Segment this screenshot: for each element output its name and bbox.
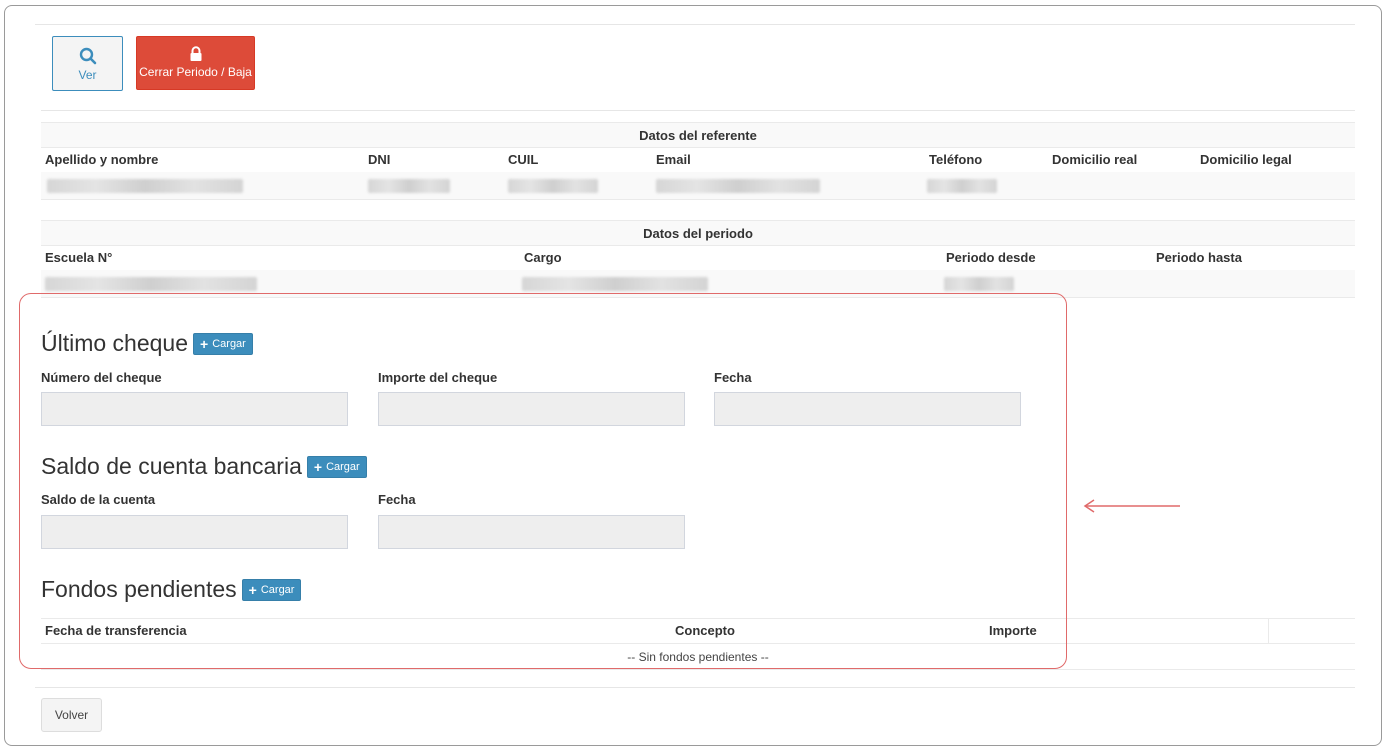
- importe-cheque-field[interactable]: [378, 392, 685, 426]
- saldo-cuenta-field[interactable]: [41, 515, 348, 549]
- saldo-cuenta-title: Saldo de cuenta bancaria: [41, 453, 302, 479]
- periodo-table-header: Escuela N° Cargo Periodo desde Periodo h…: [41, 246, 1355, 270]
- cargar-saldo-label: Cargar: [326, 460, 360, 473]
- fecha-cheque-field[interactable]: [714, 392, 1021, 426]
- ultimo-cheque-section-title: Último cheque + Cargar: [41, 330, 253, 357]
- periodo-table: Datos del periodo Escuela N° Cargo Perio…: [41, 220, 1355, 298]
- footer-divider: [35, 687, 1355, 688]
- close-period-button-label: Cerrar Periodo / Baja: [139, 65, 252, 79]
- col-actions: [1269, 619, 1355, 643]
- table-row: [41, 172, 1355, 200]
- redacted-name: [41, 172, 364, 199]
- col-importe: Importe: [987, 619, 1269, 643]
- referente-table-title: Datos del referente: [41, 122, 1355, 148]
- col-escuela: Escuela N°: [45, 250, 113, 265]
- importe-cheque-label: Importe del cheque: [378, 370, 498, 385]
- periodo-hasta-cell: [1152, 270, 1355, 297]
- redacted-cuil: [504, 172, 652, 199]
- referente-table: Datos del referente Apellido y nombre DN…: [41, 122, 1355, 200]
- fecha-cheque-label: Fecha: [714, 370, 752, 385]
- plus-icon: +: [248, 581, 257, 598]
- fecha-saldo-field[interactable]: [378, 515, 685, 549]
- saldo-cuenta-label: Saldo de la cuenta: [41, 492, 156, 507]
- redacted-cargo: [520, 270, 942, 297]
- col-domicilio-real: Domicilio real: [1052, 152, 1138, 167]
- cargar-saldo-button[interactable]: + Cargar: [306, 455, 367, 478]
- fondos-section-title: Fondos pendientes + Cargar: [41, 576, 302, 603]
- col-apellido-nombre: Apellido y nombre: [45, 152, 159, 167]
- fecha-saldo-label: Fecha: [378, 492, 416, 507]
- col-domicilio-legal: Domicilio legal: [1200, 152, 1292, 167]
- search-icon: [79, 47, 96, 65]
- cargar-fondos-label: Cargar: [260, 583, 295, 596]
- col-cargo: Cargo: [524, 250, 562, 265]
- col-periodo-hasta: Periodo hasta: [1156, 250, 1242, 265]
- arrow-left-icon: [1083, 499, 1180, 513]
- close-period-button[interactable]: Cerrar Periodo / Baja: [136, 36, 255, 90]
- col-concepto: Concepto: [675, 623, 735, 638]
- redacted-telefono: [925, 172, 1048, 199]
- cargar-cheque-button[interactable]: + Cargar: [193, 332, 253, 355]
- table-row: [41, 270, 1355, 298]
- col-email: Email: [656, 152, 691, 167]
- plus-icon: +: [200, 335, 209, 352]
- numero-cheque-label: Número del cheque: [41, 370, 162, 385]
- redacted-periodo-desde: [942, 270, 1152, 297]
- col-dni: DNI: [368, 152, 391, 167]
- col-fecha-transferencia: Fecha de transferencia: [45, 623, 187, 638]
- view-button-label: Ver: [78, 68, 97, 82]
- periodo-table-title: Datos del periodo: [41, 220, 1355, 246]
- domicilio-legal-cell: [1196, 172, 1355, 199]
- redacted-escuela: [41, 270, 520, 297]
- referente-table-header: Apellido y nombre DNI CUIL Email Teléfon…: [41, 148, 1355, 172]
- fondos-table-header: Fecha de transferencia Concepto Importe: [41, 618, 1355, 644]
- view-button[interactable]: Ver: [52, 36, 123, 91]
- cargar-cheque-label: Cargar: [212, 337, 246, 350]
- ultimo-cheque-title: Último cheque: [41, 330, 189, 356]
- col-telefono: Teléfono: [929, 152, 983, 167]
- toolbar-divider: [41, 110, 1355, 111]
- top-divider: [35, 24, 1355, 25]
- col-cuil: CUIL: [508, 152, 539, 167]
- lock-icon: [190, 46, 201, 61]
- fondos-title: Fondos pendientes: [41, 576, 237, 602]
- redacted-dni: [364, 172, 504, 199]
- saldo-cuenta-section-title: Saldo de cuenta bancaria + Cargar: [41, 453, 367, 480]
- cargar-fondos-button[interactable]: + Cargar: [241, 578, 302, 601]
- volver-button[interactable]: Volver: [41, 698, 102, 732]
- numero-cheque-field[interactable]: [41, 392, 348, 426]
- redacted-email: [652, 172, 925, 199]
- col-periodo-desde: Periodo desde: [946, 250, 1036, 265]
- fondos-empty-message: -- Sin fondos pendientes --: [41, 645, 1355, 670]
- plus-icon: +: [313, 458, 323, 475]
- domicilio-real-cell: [1048, 172, 1196, 199]
